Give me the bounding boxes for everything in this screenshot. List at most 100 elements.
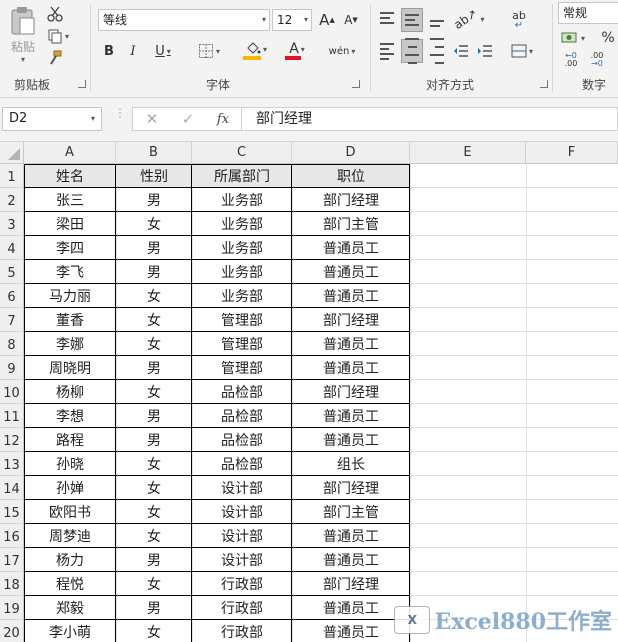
table-cell[interactable]: 设计部 (192, 524, 292, 548)
row-header[interactable]: 6 (0, 284, 24, 308)
dialog-launcher-icon[interactable] (540, 80, 548, 88)
column-header-c[interactable]: C (192, 142, 292, 164)
table-cell[interactable]: 马力丽 (24, 284, 116, 308)
row-header[interactable]: 2 (0, 188, 24, 212)
align-left-button[interactable] (376, 40, 398, 62)
table-cell[interactable]: 行政部 (192, 596, 292, 620)
fill-color-button[interactable]: ▾ (238, 40, 274, 62)
row-header[interactable]: 17 (0, 548, 24, 572)
middle-align-button[interactable] (401, 8, 423, 32)
orientation-button[interactable]: ab↗ ▾ (452, 6, 486, 32)
row-header[interactable]: 1 (0, 164, 24, 188)
table-cell[interactable]: 业务部 (192, 260, 292, 284)
align-right-button[interactable] (426, 38, 448, 64)
table-cell[interactable]: 男 (116, 188, 192, 212)
table-cell[interactable]: 行政部 (192, 572, 292, 596)
table-cell[interactable]: 品检部 (192, 428, 292, 452)
table-cell[interactable]: 女 (116, 452, 192, 476)
wrap-text-button[interactable]: ab ↵ (508, 8, 530, 32)
table-cell[interactable]: 女 (116, 212, 192, 236)
row-header[interactable]: 5 (0, 260, 24, 284)
decrease-indent-button[interactable] (450, 40, 472, 62)
table-cell[interactable]: 部门主管 (292, 212, 410, 236)
table-cell[interactable]: 张三 (24, 188, 116, 212)
table-cell[interactable]: 普通员工 (292, 428, 410, 452)
row-header[interactable]: 12 (0, 428, 24, 452)
number-format-combo[interactable]: 常规 (558, 2, 618, 24)
row-header[interactable]: 20 (0, 620, 24, 642)
column-header-a[interactable]: A (24, 142, 116, 164)
table-cell[interactable]: 欧阳书 (24, 500, 116, 524)
table-cell[interactable]: 男 (116, 236, 192, 260)
table-cell[interactable]: 杨柳 (24, 380, 116, 404)
paste-button[interactable]: 粘贴 ▾ (6, 4, 40, 66)
table-cell[interactable]: 普通员工 (292, 236, 410, 260)
row-header[interactable]: 8 (0, 332, 24, 356)
italic-button[interactable]: I (122, 40, 144, 62)
table-cell[interactable]: 设计部 (192, 476, 292, 500)
table-cell[interactable]: 路程 (24, 428, 116, 452)
row-header[interactable]: 7 (0, 308, 24, 332)
dialog-launcher-icon[interactable] (352, 80, 360, 88)
table-cell[interactable]: 女 (116, 524, 192, 548)
column-header-d[interactable]: D (292, 142, 410, 164)
table-cell[interactable]: 部门经理 (292, 572, 410, 596)
accounting-format-button[interactable]: ▾ (558, 28, 588, 48)
top-align-button[interactable] (376, 8, 398, 30)
increase-decimal-button[interactable]: ←0 .00 (560, 50, 582, 70)
table-cell[interactable]: 女 (116, 380, 192, 404)
header-cell[interactable]: 姓名 (24, 164, 116, 188)
borders-button[interactable]: ▾ (192, 40, 226, 62)
table-cell[interactable]: 女 (116, 620, 192, 642)
table-cell[interactable]: 普通员工 (292, 332, 410, 356)
font-size-combo[interactable]: 12 ▾ (272, 9, 312, 31)
header-cell[interactable]: 职位 (292, 164, 410, 188)
table-cell[interactable]: 女 (116, 284, 192, 308)
table-cell[interactable]: 普通员工 (292, 284, 410, 308)
bold-button[interactable]: B (98, 40, 120, 62)
worksheet-grid[interactable]: A B C D E F 1 2 3 4 5 6 7 8 9 10 11 12 13 14 15 16 17 18 19 20 姓名性… (0, 142, 618, 642)
name-box[interactable]: D2 ▾ (2, 107, 102, 131)
table-cell[interactable]: 普通员工 (292, 548, 410, 572)
row-header[interactable]: 16 (0, 524, 24, 548)
table-cell[interactable]: 周梦迪 (24, 524, 116, 548)
copy-button[interactable]: ▾ (44, 26, 72, 46)
table-cell[interactable]: 部门主管 (292, 500, 410, 524)
header-cell[interactable]: 性别 (116, 164, 192, 188)
table-cell[interactable]: 程悦 (24, 572, 116, 596)
table-cell[interactable]: 男 (116, 404, 192, 428)
insert-function-button[interactable]: fx (211, 109, 235, 129)
table-cell[interactable]: 孙婵 (24, 476, 116, 500)
bottom-align-button[interactable] (426, 8, 448, 30)
format-painter-button[interactable] (44, 48, 66, 68)
table-cell[interactable]: 管理部 (192, 332, 292, 356)
table-cell[interactable]: 李飞 (24, 260, 116, 284)
table-cell[interactable]: 管理部 (192, 356, 292, 380)
table-cell[interactable]: 男 (116, 548, 192, 572)
table-cell[interactable]: 李四 (24, 236, 116, 260)
table-cell[interactable]: 周晓明 (24, 356, 116, 380)
underline-button[interactable]: U ▾ (146, 40, 180, 62)
table-cell[interactable]: 女 (116, 476, 192, 500)
table-cell[interactable]: 部门经理 (292, 380, 410, 404)
row-header[interactable]: 19 (0, 596, 24, 620)
table-cell[interactable]: 普通员工 (292, 620, 410, 642)
header-cell[interactable]: 所属部门 (192, 164, 292, 188)
table-cell[interactable]: 郑毅 (24, 596, 116, 620)
row-header[interactable]: 18 (0, 572, 24, 596)
table-cell[interactable]: 董香 (24, 308, 116, 332)
row-header[interactable]: 10 (0, 380, 24, 404)
font-name-combo[interactable]: 等线 ▾ (98, 9, 270, 31)
table-cell[interactable]: 品检部 (192, 404, 292, 428)
table-cell[interactable]: 设计部 (192, 500, 292, 524)
row-header[interactable]: 3 (0, 212, 24, 236)
row-header[interactable]: 14 (0, 476, 24, 500)
table-cell[interactable]: 部门经理 (292, 308, 410, 332)
table-cell[interactable]: 女 (116, 500, 192, 524)
font-color-button[interactable]: A ▾ (280, 40, 314, 62)
table-cell[interactable]: 品检部 (192, 452, 292, 476)
row-header[interactable]: 11 (0, 404, 24, 428)
column-header-b[interactable]: B (116, 142, 192, 164)
table-cell[interactable]: 普通员工 (292, 404, 410, 428)
table-cell[interactable]: 女 (116, 572, 192, 596)
